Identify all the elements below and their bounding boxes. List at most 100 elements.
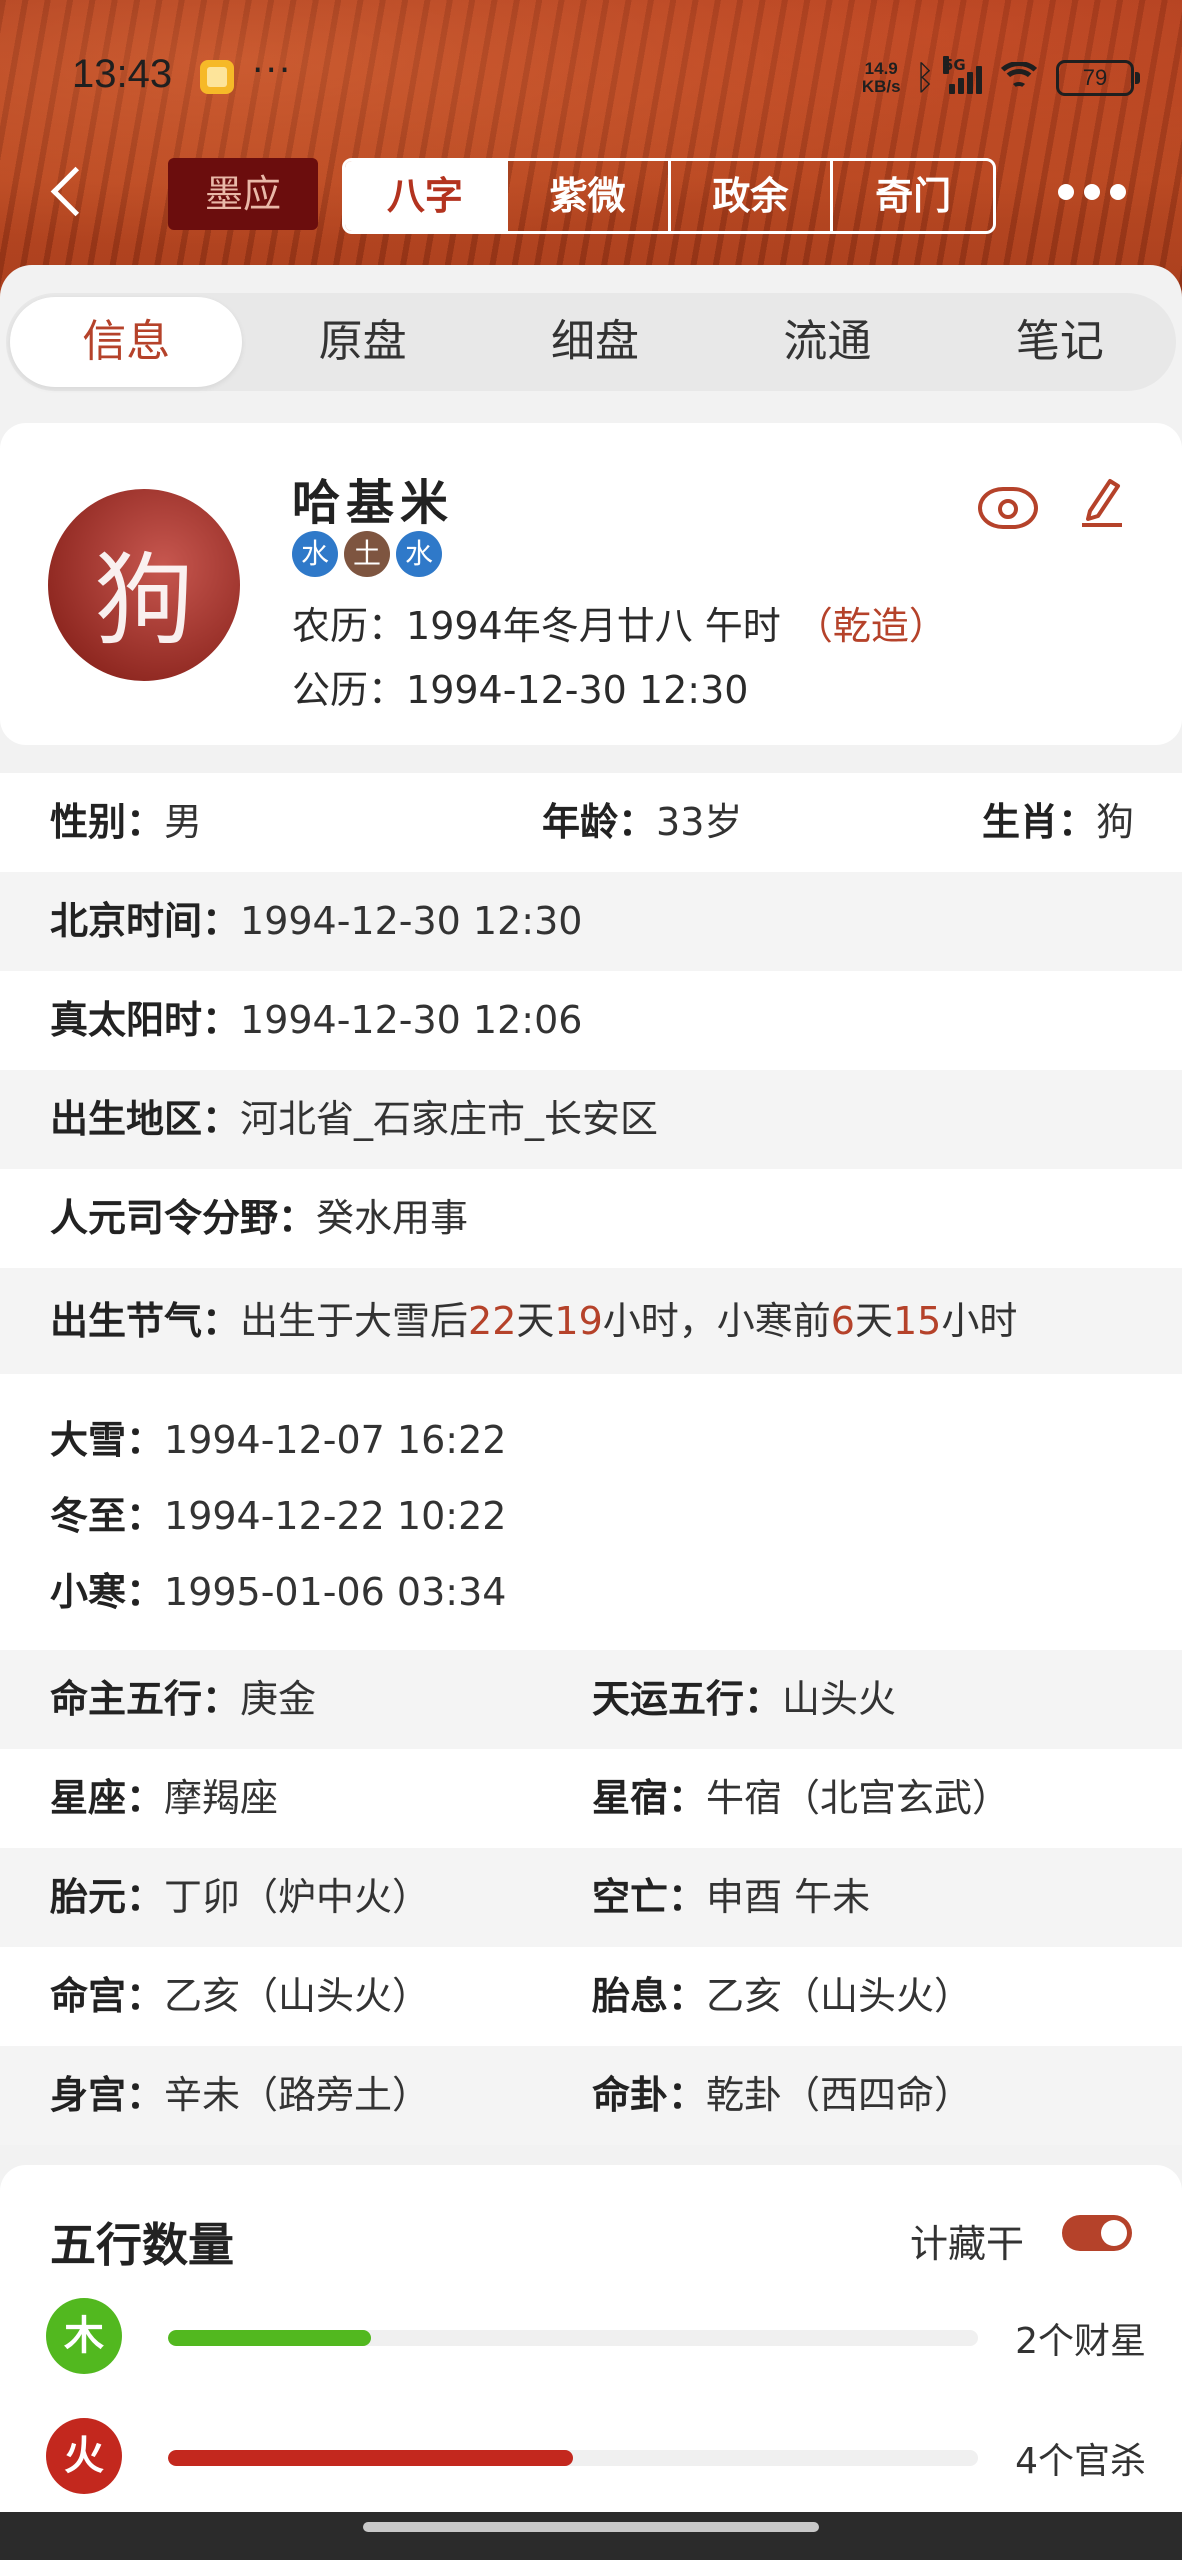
pair-label: 身宫： (50, 2073, 165, 2117)
solar-term-value: 1994-12-07 16:22 (164, 1418, 507, 1462)
network-speed: 14.9 KB/s (862, 60, 901, 96)
pair-label: 空亡： (592, 1875, 707, 1919)
jieqi-number: 19 (554, 1299, 603, 1343)
lunar-label: 农历： (292, 604, 407, 648)
status-time: 13:43 (72, 52, 173, 96)
gesture-bar (0, 2512, 1182, 2560)
mode-tab-qimen[interactable]: 奇门 (830, 161, 993, 231)
mode-tab-bazi[interactable]: 八字 (345, 161, 505, 231)
jieqi-part: 小时，小寒前 (602, 1299, 831, 1343)
siling-row: 人元司令分野：癸水用事 (0, 1169, 1182, 1268)
pair-value: 山头火 (782, 1677, 897, 1721)
network-speed-unit: KB/s (861, 77, 901, 96)
back-arrow-icon[interactable] (50, 166, 101, 217)
solar-term-item: 大雪：1994-12-07 16:22 (50, 1402, 1182, 1478)
wuxing-track (168, 2450, 978, 2466)
tab-info[interactable]: 信息 (10, 297, 243, 387)
zodiac-label: 生肖： (981, 800, 1096, 844)
hidden-stem-toggle[interactable] (1062, 2215, 1132, 2251)
tab-notes[interactable]: 笔记 (944, 293, 1176, 391)
jieqi-number: 15 (892, 1299, 942, 1343)
siling-label: 人元司令分野： (50, 1196, 317, 1240)
wuxing-bar-row: 木 2个财星 (46, 2298, 1146, 2374)
zodiac-value: 狗 (1095, 800, 1134, 844)
eye-icon[interactable] (978, 487, 1038, 529)
status-bar: 13:43 ··· 14.9 KB/s ᛒ 5G 79 (72, 48, 1140, 108)
pair-value: 乙亥（山头火） (706, 1974, 973, 2018)
battery-icon: 79 (1056, 60, 1140, 96)
age-label: 年龄： (542, 800, 657, 844)
jieqi-part: 出生于大雪后 (240, 1299, 469, 1343)
bluetooth-icon: ᛒ (914, 58, 935, 98)
tab-detail[interactable]: 细盘 (479, 293, 711, 391)
pair-value: 丁卯（炉中火） (164, 1875, 431, 1919)
pair-value: 牛宿（北宫玄武） (706, 1776, 1011, 1820)
pair-label: 胎元： (50, 1875, 165, 1919)
solar-term-value: 1994-12-22 10:22 (164, 1494, 507, 1538)
home-indicator[interactable] (363, 2522, 819, 2532)
lunar-date: 农历：1994年冬月廿八 午时 （乾造） (292, 595, 947, 650)
wuxing-title: 五行数量 (50, 2218, 234, 2272)
wuxing-track (168, 2330, 978, 2346)
beijing-value: 1994-12-30 12:30 (240, 899, 583, 943)
solar-terms-list: 大雪：1994-12-07 16:22 冬至：1994-12-22 10:22 … (0, 1374, 1182, 1650)
profile-card: 狗 哈基米 水 土 水 农历：1994年冬月廿八 午时 （乾造） 公历：1994-… (0, 423, 1182, 745)
age-value: 33岁 (656, 800, 743, 844)
mode-tab-zhengyu[interactable]: 政余 (667, 161, 831, 231)
hidden-stem-toggle-label: 计藏干 (910, 2222, 1025, 2266)
pair-label: 天运五行： (592, 1677, 783, 1721)
solar-time-value: 1994-12-30 12:06 (240, 998, 583, 1042)
wuxing-element-badge: 木 (46, 2298, 122, 2374)
status-more: ··· (252, 50, 293, 91)
pair-label: 命宫： (50, 1974, 165, 2018)
jieqi-part: 小时 (941, 1299, 1018, 1343)
solar-term-item: 小寒：1995-01-06 03:34 (50, 1554, 1182, 1630)
wuxing-fill (168, 2450, 573, 2466)
avatar: 狗 (48, 489, 240, 681)
region-label: 出生地区： (50, 1097, 241, 1141)
pair-value: 乙亥（山头火） (164, 1974, 431, 2018)
header-background: 13:43 ··· 14.9 KB/s ᛒ 5G 79 墨应 八字 紫微 政余 … (0, 0, 1182, 300)
solar-term-item: 冬至：1994-12-22 10:22 (50, 1478, 1182, 1554)
jieqi-part: 天 (516, 1299, 555, 1343)
info-pair-row: 命主五行：庚金 天运五行：山头火 (0, 1650, 1182, 1749)
signal-icon: 5G (943, 56, 982, 94)
more-options-icon[interactable] (1058, 184, 1126, 200)
content-sheet: 信息 原盘 细盘 流通 笔记 狗 哈基米 水 土 水 农历：1994年冬月廿八 … (0, 265, 1182, 2560)
pair-value: 摩羯座 (164, 1776, 279, 1820)
beijing-time-row: 北京时间：1994-12-30 12:30 (0, 872, 1182, 971)
wuxing-fill (168, 2330, 371, 2346)
tab-chart[interactable]: 原盘 (246, 293, 478, 391)
jieqi-text: 出生于大雪后22天19小时，小寒前6天15小时 (240, 1299, 1017, 1343)
wuxing-element-badge: 火 (46, 2418, 122, 2494)
profile-name: 哈基米 (292, 475, 455, 531)
pair-label: 命主五行： (50, 1677, 241, 1721)
gender-label: 性别： (50, 800, 165, 844)
jieqi-number: 6 (830, 1299, 855, 1343)
basic-row: 性别：男 年龄：33岁 生肖：狗 (0, 773, 1182, 872)
beijing-label: 北京时间： (50, 899, 241, 943)
region-row: 出生地区：河北省_石家庄市_长安区 (0, 1070, 1182, 1169)
wuxing-bar-label: 2个财星 (1015, 2321, 1146, 2362)
info-pair-row: 星座：摩羯座 星宿：牛宿（北宫玄武） (0, 1749, 1182, 1848)
region-value: 河北省_石家庄市_长安区 (240, 1097, 659, 1141)
app-logo[interactable]: 墨应 (168, 158, 318, 230)
wifi-icon (996, 62, 1042, 94)
solar-term-label: 冬至： (50, 1494, 165, 1538)
pair-value: 乾卦（西四命） (706, 2073, 973, 2117)
wuxing-bar-row: 火 4个官杀 (46, 2418, 1146, 2494)
element-badge: 水 (292, 531, 338, 577)
solar-term-label: 小寒： (50, 1570, 165, 1614)
avatar-seal-char: 狗 (94, 542, 194, 659)
solar-time-row: 真太阳时：1994-12-30 12:06 (0, 971, 1182, 1070)
pair-value: 申酉 午未 (706, 1875, 871, 1919)
solar-label: 公历： (292, 668, 407, 712)
tab-flow[interactable]: 流通 (711, 293, 943, 391)
mode-tab-ziwei[interactable]: 紫微 (504, 161, 668, 231)
pair-label: 星宿： (592, 1776, 707, 1820)
wuxing-card: 五行数量 计藏干 木 2个财星 火 4个官杀 (0, 2165, 1182, 2560)
gender-value: 男 (164, 800, 203, 844)
top-nav: 墨应 八字 紫微 政余 奇门 (0, 158, 1182, 234)
info-list: 性别：男 年龄：33岁 生肖：狗 北京时间：1994-12-30 12:30 真… (0, 773, 1182, 2145)
edit-icon[interactable] (1080, 473, 1124, 527)
